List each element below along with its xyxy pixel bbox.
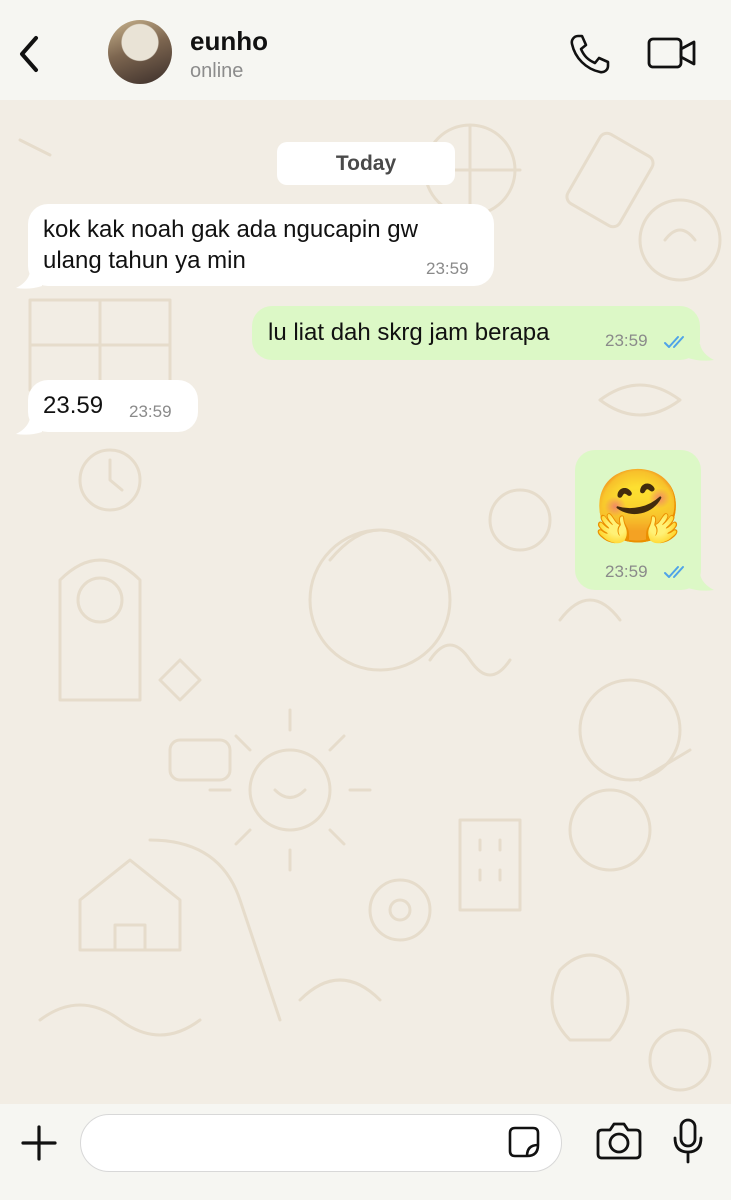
bubble-tail: [688, 344, 714, 361]
message-bubble-outgoing-emoji[interactable]: 🤗 23:59: [575, 450, 701, 590]
message-time: 23:59: [129, 402, 172, 421]
message-time: 23:59: [605, 331, 648, 350]
composer-bar: [0, 1104, 731, 1200]
camera-icon[interactable]: [596, 1120, 642, 1162]
message-bubble-incoming[interactable]: kok kak noah gak ada ngucapin gw ulang t…: [28, 204, 494, 286]
chat-area[interactable]: Today kok kak noah gak ada ngucapin gw u…: [0, 100, 731, 1104]
message-line: kok kak noah gak ada ngucapin gw: [43, 216, 418, 243]
message-input[interactable]: [80, 1114, 562, 1172]
message-line: ulang tahun ya min: [43, 247, 246, 274]
read-receipt-icon: [664, 336, 684, 348]
message-bubble-outgoing[interactable]: lu liat dah skrg jam berapa 23:59: [252, 306, 700, 360]
message-text: lu liat dah skrg jam berapa: [268, 319, 550, 346]
contact-name[interactable]: eunho: [190, 26, 268, 57]
microphone-icon[interactable]: [672, 1118, 704, 1164]
phone-icon[interactable]: [568, 32, 614, 76]
back-chevron-icon[interactable]: [14, 34, 46, 74]
message-text: 23.59: [43, 392, 104, 419]
contact-status: online: [190, 60, 244, 82]
message-time: 23:59: [426, 259, 469, 278]
bubble-tail: [688, 574, 714, 591]
hugging-face-emoji: 🤗: [593, 467, 683, 547]
bubble-tail: [16, 272, 42, 289]
chat-header: eunho online: [0, 0, 731, 100]
read-receipt-icon: [664, 566, 684, 578]
avatar[interactable]: [108, 20, 172, 84]
sticker-icon[interactable]: [507, 1125, 541, 1159]
message-time: 23:59: [605, 562, 648, 581]
plus-icon[interactable]: [20, 1124, 58, 1162]
date-divider: Today: [277, 142, 455, 185]
video-camera-icon[interactable]: [646, 34, 698, 72]
bubble-tail: [16, 418, 42, 435]
message-bubble-incoming[interactable]: 23.59 23:59: [28, 380, 198, 432]
message-text: kok kak noah gak ada ngucapin gw ulang t…: [43, 214, 418, 276]
